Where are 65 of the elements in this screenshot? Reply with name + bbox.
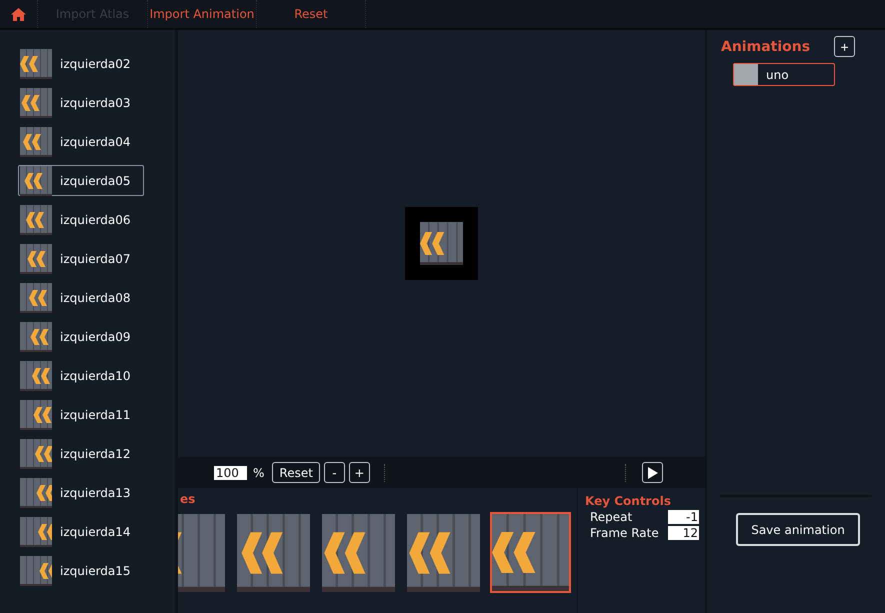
frame-list-item[interactable]: izquierda02 [18, 48, 144, 79]
sprite-thumbnail [20, 478, 52, 508]
sprite-thumbnail [20, 400, 52, 430]
animations-title: Animations [721, 38, 810, 54]
sprite-thumbnail [20, 126, 52, 156]
frame-name: izquierda07 [60, 252, 131, 266]
frame-name: izquierda09 [60, 330, 131, 344]
sprite-thumbnail [20, 282, 52, 312]
frame-list-item[interactable]: izquierda07 [18, 243, 144, 274]
animation-swatch [734, 64, 758, 85]
frame-name: izquierda03 [60, 96, 131, 110]
toolbar-button[interactable]: Reset [257, 0, 366, 28]
zoom-button[interactable]: Reset [272, 462, 320, 483]
sprite-thumbnail [20, 166, 52, 196]
home-icon [11, 8, 26, 20]
frame-name: izquierda15 [60, 564, 131, 578]
frame-name: izquierda13 [60, 486, 131, 500]
frame-name: izquierda05 [60, 174, 131, 188]
zoom-button[interactable]: - [324, 462, 345, 483]
field-label: Frame Rate [590, 526, 659, 540]
sprite-thumbnail [20, 88, 52, 118]
animation-name: uno [766, 68, 789, 82]
frame-name: izquierda11 [60, 408, 131, 422]
percent-label: % [253, 466, 264, 480]
frame-list-item[interactable]: izquierda03 [18, 87, 144, 118]
frame-list-item[interactable]: izquierda15 [18, 555, 144, 586]
sprite-thumbnail [20, 516, 52, 546]
frames-title: es [179, 492, 196, 506]
play-icon [648, 466, 658, 478]
field-label: Repeat [590, 510, 632, 524]
sprite-thumbnail [20, 322, 52, 352]
toolbar-button[interactable]: Import Animation [148, 0, 257, 28]
frame-list-item[interactable]: izquierda04 [18, 126, 144, 157]
sprite-thumbnail [20, 556, 52, 586]
sprite-thumbnail [20, 438, 52, 468]
play-button[interactable] [642, 462, 663, 483]
number-input[interactable]: 12 [668, 526, 699, 540]
zoom-button[interactable]: + [348, 462, 370, 483]
save-animation-button[interactable]: Save animation [736, 513, 860, 546]
key-controls-title: Key Controls [585, 494, 672, 508]
frame-name: izquierda04 [60, 134, 131, 148]
zoom-input[interactable]: 100 [214, 466, 247, 480]
frame-list-item[interactable]: izquierda06 [18, 204, 144, 235]
frame-list-item[interactable]: izquierda13 [18, 477, 144, 508]
preview-sprite [420, 222, 463, 265]
frame-name: izquierda10 [60, 368, 131, 382]
add-animation-button[interactable]: + [834, 36, 856, 57]
frame-name: izquierda06 [60, 212, 131, 226]
number-input[interactable]: -1 [668, 510, 699, 524]
animation-item[interactable]: uno [733, 63, 835, 86]
sprite-thumbnail [20, 48, 52, 78]
sprite-thumbnail [20, 244, 52, 274]
sprite-thumbnail [20, 360, 52, 390]
frame-list-item[interactable]: izquierda08 [18, 282, 144, 313]
frame-list-item[interactable]: izquierda09 [18, 321, 144, 352]
frame-name: izquierda08 [60, 290, 131, 304]
frame-name: izquierda12 [60, 446, 131, 460]
frame-list-item[interactable]: izquierda12 [18, 438, 144, 469]
frame-name: izquierda02 [60, 56, 131, 70]
sprite-thumbnail [20, 204, 52, 234]
frame-list-item[interactable]: izquierda14 [18, 516, 144, 547]
frame-name: izquierda14 [60, 524, 131, 538]
frame-list-item[interactable]: izquierda05 [18, 165, 144, 196]
frame-list-item[interactable]: izquierda10 [18, 360, 144, 391]
frame-list-item[interactable]: izquierda11 [18, 399, 144, 430]
